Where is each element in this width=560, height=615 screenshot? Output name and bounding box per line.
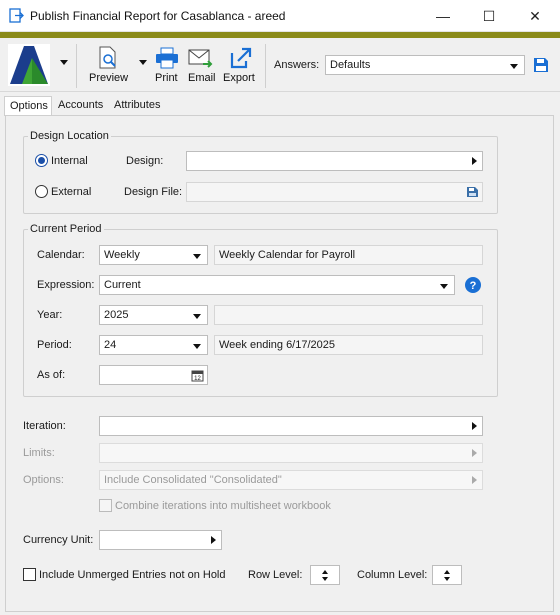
year-select[interactable]: 2025 [99,305,208,325]
print-button[interactable]: Print [152,44,182,88]
answers-value: Defaults [330,59,371,71]
maximize-button[interactable]: ☐ [466,0,512,32]
year-label: Year: [37,309,63,321]
chevron-right-icon [472,422,477,430]
logo-dropdown-icon[interactable] [60,60,68,65]
as-of-label: As of: [37,369,66,381]
combine-iterations-label: Combine iterations into multisheet workb… [115,500,331,512]
svg-text:12: 12 [194,376,201,382]
internal-radio[interactable] [35,154,48,167]
preview-icon [99,46,116,69]
chevron-down-icon [193,344,201,349]
year-description [214,305,483,325]
app-window-icon [9,8,24,23]
calendar-icon[interactable]: 12 [191,369,204,382]
preview-button[interactable]: Preview [86,44,132,88]
combine-iterations-checkbox[interactable] [99,499,112,512]
design-label: Design: [126,155,164,167]
design-location-label: Design Location [28,130,111,142]
spin-down-icon[interactable] [444,577,450,581]
tab-accounts[interactable]: Accounts [53,96,107,116]
currency-unit-field[interactable] [99,530,222,550]
preview-label: Preview [89,72,129,84]
chevron-right-icon [472,476,477,484]
email-label: Email [188,72,216,84]
chevron-down-icon [510,64,518,69]
iteration-field[interactable] [99,416,483,436]
period-select[interactable]: 24 [99,335,208,355]
tab-options[interactable]: Options [4,96,52,116]
svg-text:?: ? [470,280,477,292]
spin-up-icon[interactable] [444,570,450,574]
design-location-group [23,136,498,214]
calendar-select[interactable]: Weekly [99,245,208,265]
design-file-label: Design File: [124,186,183,198]
window-title: Publish Financial Report for Casablanca … [30,9,286,23]
email-button[interactable]: Email [186,44,218,88]
browse-file-icon[interactable] [466,186,479,198]
period-label: Period: [37,339,72,351]
chevron-right-icon [472,157,477,165]
export-icon [230,47,252,69]
internal-label: Internal [51,155,88,167]
calendar-label: Calendar: [37,249,85,261]
chevron-down-icon [193,314,201,319]
column-level-stepper[interactable] [432,565,462,585]
printer-icon [156,47,178,69]
include-unmerged-checkbox[interactable] [23,568,36,581]
email-icon [188,49,213,68]
close-button[interactable]: ✕ [512,0,558,32]
row-level-stepper[interactable] [310,565,340,585]
as-of-date-field[interactable]: 12 [99,365,208,385]
preview-dropdown-icon[interactable] [139,60,147,65]
answers-label: Answers: [274,59,320,71]
currency-unit-label: Currency Unit: [23,534,94,546]
column-level-label: Column Level: [357,569,428,581]
tab-attributes[interactable]: Attributes [109,96,167,116]
minimize-icon: — [436,8,450,24]
minimize-button[interactable]: — [420,0,466,32]
app-logo-icon[interactable] [8,44,50,86]
external-label: External [51,186,92,198]
answers-select[interactable]: Defaults [325,55,525,75]
chevron-down-icon [440,284,448,289]
current-period-label: Current Period [28,223,104,235]
toolbar-separator [76,44,77,88]
row-level-label: Row Level: [248,569,303,581]
help-icon[interactable]: ? [465,277,481,293]
calendar-description: Weekly Calendar for Payroll [214,245,483,265]
iteration-label: Iteration: [23,420,66,432]
external-radio[interactable] [35,185,48,198]
print-label: Print [155,72,178,84]
spin-down-icon[interactable] [322,577,328,581]
options-label: Options: [23,474,64,486]
period-description: Week ending 6/17/2025 [214,335,483,355]
close-icon: ✕ [529,7,541,24]
design-field[interactable] [186,151,483,171]
design-file-field[interactable] [186,182,483,202]
chevron-right-icon [472,449,477,457]
chevron-down-icon [193,254,201,259]
maximize-icon: ☐ [482,7,496,24]
export-label: Export [223,72,255,84]
limits-label: Limits: [23,447,55,459]
toolbar-separator [265,44,266,88]
expression-label: Expression: [37,279,95,291]
chevron-right-icon [211,536,216,544]
limits-field[interactable] [99,443,483,463]
spin-up-icon[interactable] [322,570,328,574]
options-field[interactable]: Include Consolidated "Consolidated" [99,470,483,490]
export-button[interactable]: Export [222,44,260,88]
save-answers-icon[interactable] [533,57,549,73]
expression-select[interactable]: Current [99,275,455,295]
include-unmerged-label: Include Unmerged Entries not on Hold [39,569,226,581]
title-bar: Publish Financial Report for Casablanca … [0,0,560,32]
